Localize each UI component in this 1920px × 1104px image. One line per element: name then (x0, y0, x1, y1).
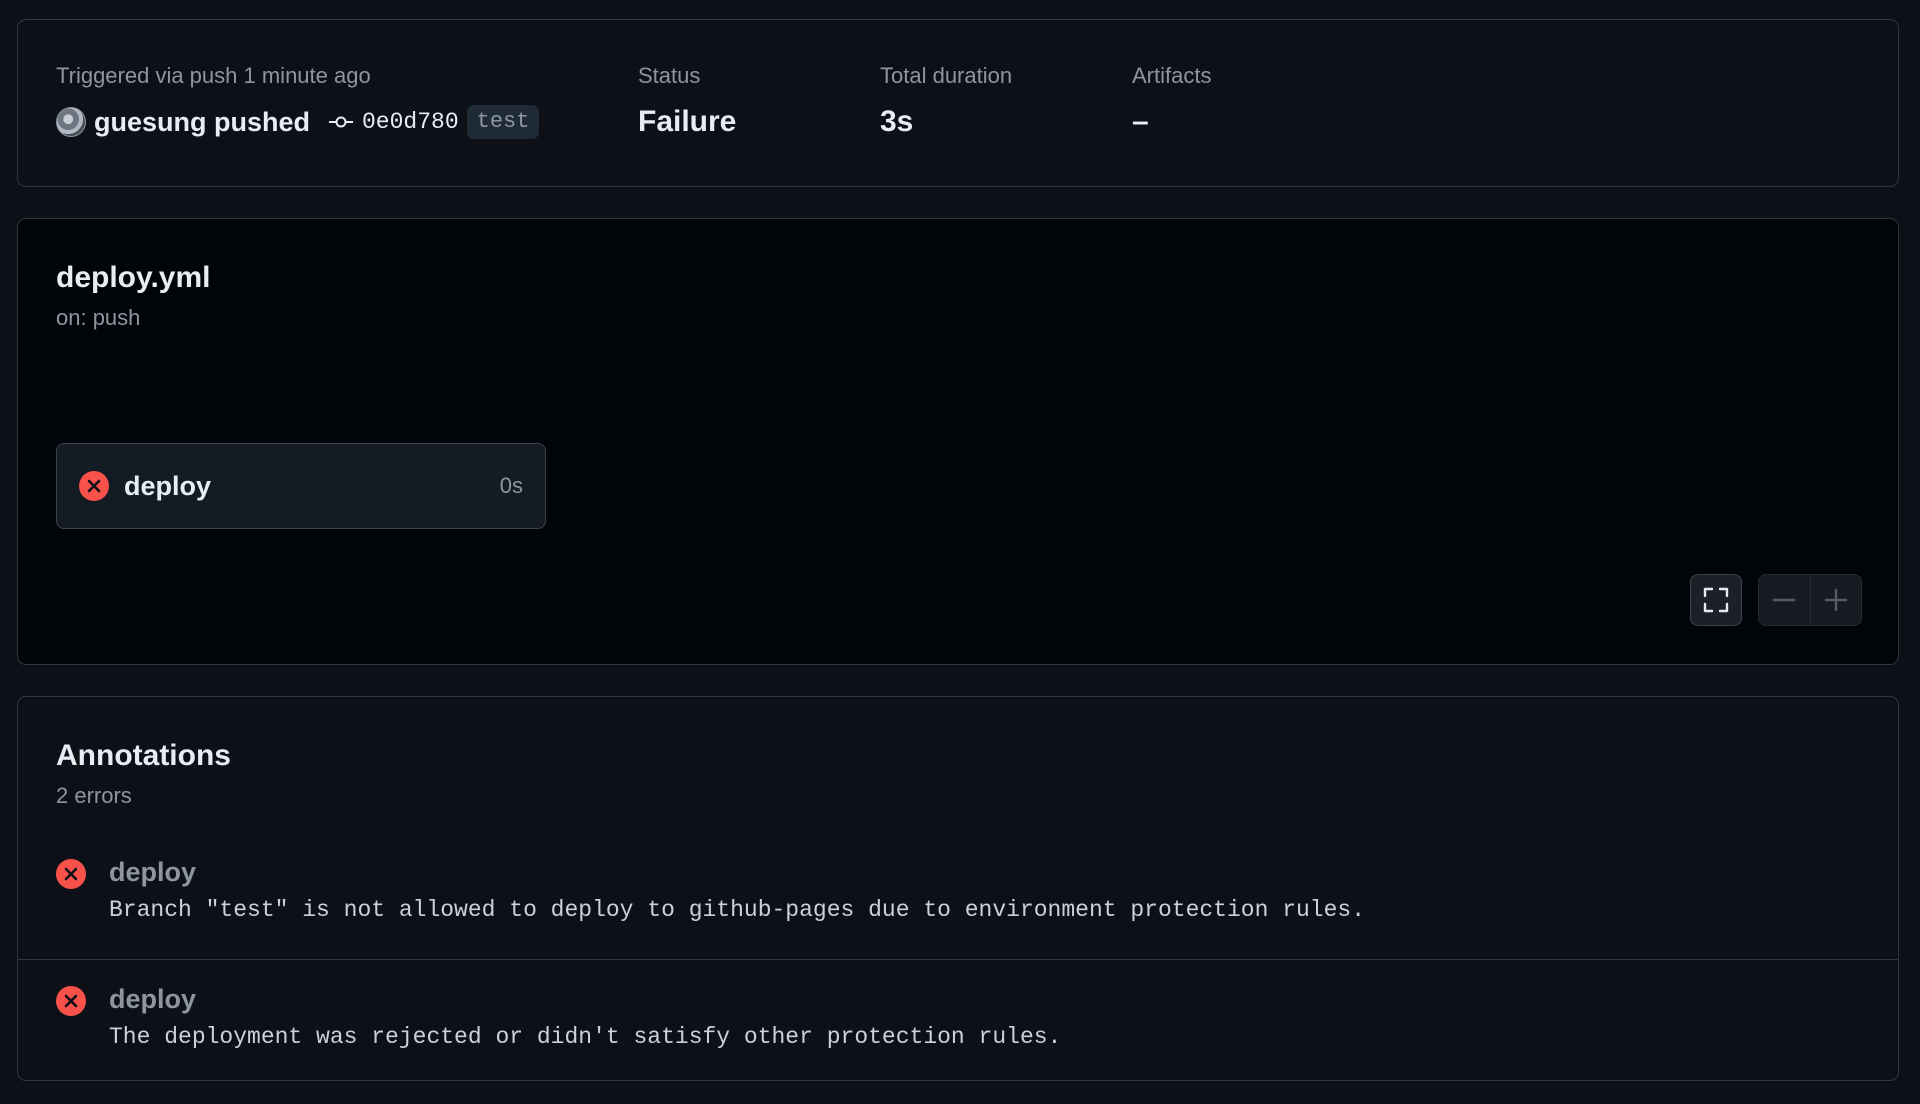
status-label: Status (638, 63, 701, 88)
error-x-icon (79, 471, 109, 501)
workflow-trigger: on: push (56, 305, 141, 330)
workflow-graph-card: deploy.yml on: push deploy 0s (17, 218, 1899, 665)
error-x-icon (56, 986, 86, 1016)
annotation-job-link[interactable]: deploy (109, 984, 196, 1015)
zoom-in-icon (1824, 588, 1847, 612)
zoom-out-icon (1773, 598, 1796, 602)
duration-value: 3s (880, 105, 914, 138)
annotations-title: Annotations (56, 739, 231, 772)
workflow-file-name: deploy.yml (56, 261, 211, 294)
branch-badge[interactable]: test (466, 105, 540, 139)
zoom-out-button[interactable] (1759, 575, 1810, 625)
run-summary-card: Triggered via push 1 minute ago guesung … (17, 19, 1899, 187)
annotations-card: Annotations 2 errors deploy Branch "test… (17, 696, 1899, 1081)
job-name: deploy (124, 470, 212, 501)
fullscreen-button[interactable] (1690, 574, 1742, 626)
fullscreen-icon (1703, 587, 1729, 613)
duration-section: Total duration 3s (880, 62, 1012, 140)
job-duration: 0s (499, 473, 523, 498)
trigger-section: Triggered via push 1 minute ago guesung … (56, 62, 540, 140)
status-value: Failure (638, 105, 737, 138)
artifacts-section: Artifacts – (1132, 62, 1211, 140)
status-section: Status Failure (638, 62, 736, 140)
commit-sha-link[interactable]: 0e0d780 (362, 109, 459, 135)
pusher-link[interactable]: guesung pushed (94, 107, 310, 138)
annotation-item: deploy Branch "test" is not allowed to d… (18, 845, 1898, 967)
zoom-controls (1758, 574, 1862, 626)
job-deploy[interactable]: deploy 0s (56, 443, 546, 529)
avatar[interactable] (56, 107, 86, 137)
artifacts-value: – (1132, 105, 1149, 138)
zoom-in-button[interactable] (1810, 575, 1861, 625)
error-x-icon (56, 859, 86, 889)
annotation-message: The deployment was rejected or didn't sa… (109, 1024, 1062, 1050)
commit-icon (329, 116, 353, 128)
annotations-count: 2 errors (56, 783, 132, 808)
annotation-item: deploy The deployment was rejected or di… (18, 959, 1898, 1081)
trigger-details: guesung pushed 0e0d780 test (56, 104, 540, 140)
duration-label: Total duration (880, 63, 1013, 88)
trigger-label: Triggered via push 1 minute ago (56, 63, 371, 88)
annotation-job-link[interactable]: deploy (109, 857, 196, 888)
artifacts-label: Artifacts (1132, 63, 1212, 88)
annotation-message: Branch "test" is not allowed to deploy t… (109, 897, 1366, 923)
